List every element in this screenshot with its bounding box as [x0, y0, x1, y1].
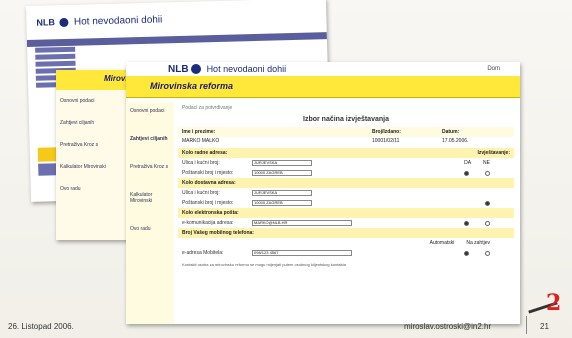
field-row: Ulica i kućni broj: JURJEVSKA: [178, 188, 514, 198]
footnote: Kontakti osoba za mirovinsku reformu se …: [182, 262, 346, 267]
date-label: Datum:: [442, 129, 460, 135]
street-input[interactable]: JURJEVSKA: [252, 160, 312, 166]
da-label: DA: [464, 160, 472, 166]
name-value: MARKO MALKO: [182, 138, 220, 144]
postal-label: Poštanski broj i mjesto:: [182, 200, 234, 206]
radio-request[interactable]: [485, 250, 490, 256]
sidebar-item[interactable]: [35, 60, 76, 67]
field-row: Poštanski broj i mjesto: 10000 ZAGREB: [178, 168, 514, 178]
nlb-logo: NLB: [36, 17, 56, 28]
footer-email: miroslav.ostroski@in2.hr: [404, 322, 492, 331]
nav-item[interactable]: Zahtjevi ciljanih: [60, 120, 106, 126]
nav-item-pretraziva[interactable]: Pretraživa Kroz s: [130, 164, 170, 170]
section-label: Kolo radne adresa:: [182, 150, 228, 156]
section-radna-adresa: Kolo radne adresa: Izvještavanje:: [178, 148, 514, 158]
portal-title: Hot nevodaoni dohii: [73, 13, 163, 28]
reporting-radios: [460, 220, 490, 226]
postal-input[interactable]: 10000 ZAGREB: [252, 170, 312, 176]
nav-item[interactable]: Osnovni podaci: [60, 98, 106, 104]
nav-item-osnovni[interactable]: Osnovni podaci: [130, 108, 170, 114]
mobile-label: e-adresa Mobitela:: [182, 250, 224, 256]
number-label: Broj/Izdano:: [372, 129, 401, 135]
name-label: Ime i prezime:: [182, 129, 216, 135]
section-email: Kolo elektronska pošta:: [178, 208, 514, 218]
section-label: Broj Vašeg mobilnog telefona:: [182, 230, 254, 236]
nav-item[interactable]: Kalkulator Mirovinski: [60, 164, 106, 170]
side-nav: Osnovni podaci Zahtjevi ciljanih Pretraž…: [126, 102, 174, 324]
page-number: 21: [540, 322, 549, 331]
reporting-radios: [481, 200, 490, 206]
breadcrumb: Podaci za potvrđivanje: [182, 105, 233, 111]
field-row: e-komunikacija adresa: MARKO@NLB.HR: [178, 218, 514, 228]
nav-item-ovo[interactable]: Ovo radu: [130, 226, 170, 232]
number-value: 10001/02/11: [372, 138, 400, 144]
mobile-options-labels: Automatski Na zahtjev: [430, 240, 490, 246]
side-nav: Osnovni podaci Zahtjevi ciljanih Pretraž…: [60, 98, 106, 208]
screenshot-front: NLB Hot nevodaoni dohii Dom Mirovinska r…: [126, 62, 520, 324]
field-row: Automatski Na zahtjev: [178, 238, 514, 248]
nav-item[interactable]: Pretraživa Kroz s: [60, 142, 106, 148]
mobile-radios: [460, 250, 490, 256]
street2-input[interactable]: JURJEVSKA: [252, 190, 312, 196]
form-content: Podaci za potvrđivanje Izbor načina izvj…: [178, 102, 514, 271]
radio-da[interactable]: [464, 220, 469, 226]
auto-label: Automatski: [429, 240, 455, 246]
logo-dot-icon: [190, 64, 201, 74]
portal-header: NLB Hot nevodaoni dohii Dom: [126, 62, 520, 76]
footer-divider: [526, 316, 527, 334]
date-value: 17.05.2006.: [442, 138, 469, 144]
in2-logo: 2: [524, 290, 564, 316]
section-label: Kolo elektronska pošta:: [182, 210, 239, 216]
street-label: Ulica i kućni broj:: [182, 190, 220, 196]
postal2-input[interactable]: 10000 ZAGREB: [252, 200, 312, 206]
mobile-input[interactable]: 098/123 4567: [252, 250, 352, 256]
reporting-options: DA NE: [464, 160, 490, 166]
sidebar-item[interactable]: [35, 46, 76, 53]
street-label: Ulica i kućni broj:: [182, 160, 220, 166]
logo-dot-icon: [58, 17, 69, 27]
nlb-logo: NLB: [168, 63, 189, 75]
request-label: Na zahtjev: [466, 240, 490, 246]
section-mobile: Broj Vašeg mobilnog telefona:: [178, 228, 514, 238]
reporting-label: Izvještavanje:: [477, 150, 510, 156]
nav-item-zahtjevi[interactable]: Zahtjevi ciljanih: [130, 136, 170, 142]
section-label: Kolo dostavna adresa:: [182, 180, 236, 186]
portal-title: Hot nevodaoni dohii: [206, 64, 287, 74]
reporting-radios: [460, 170, 490, 176]
radio-ne[interactable]: [485, 220, 490, 226]
field-row: Poštanski broj i mjesto: 10000 ZAGREB: [178, 198, 514, 208]
section-dostavna-adresa: Kolo dostavna adresa:: [178, 178, 514, 188]
user-link[interactable]: Dom: [487, 66, 500, 72]
page-title: Mirovinska reforma: [126, 76, 520, 98]
nav-item-kalkulator[interactable]: Kalkulator Mirovinski: [130, 192, 170, 204]
field-row: Ulica i kućni broj: JURJEVSKA DA NE: [178, 158, 514, 168]
ne-label: NE: [483, 160, 490, 166]
radio-ne[interactable]: [485, 170, 490, 176]
info-values: MARKO MALKO 10001/02/11 17.05.2006.: [178, 137, 514, 148]
form-title: Izbor načina izvještavanja: [303, 116, 389, 123]
nav-item[interactable]: Ovo radu: [60, 186, 106, 192]
field-row: e-adresa Mobitela: 098/123 4567: [178, 248, 514, 258]
email-label: e-komunikacija adresa:: [182, 220, 234, 226]
radio-auto[interactable]: [464, 250, 469, 256]
postal-label: Poštanski broj i mjesto:: [182, 170, 234, 176]
footer-date: 26. Listopad 2006.: [8, 322, 74, 331]
sidebar-item[interactable]: [35, 53, 76, 60]
radio-da[interactable]: [464, 170, 469, 176]
logo-mark: 2: [546, 290, 562, 316]
email-input[interactable]: MARKO@NLB.HR: [252, 220, 352, 226]
info-header: Ime i prezime: Broj/Izdano: Datum:: [178, 127, 514, 137]
radio-da[interactable]: [485, 200, 490, 206]
